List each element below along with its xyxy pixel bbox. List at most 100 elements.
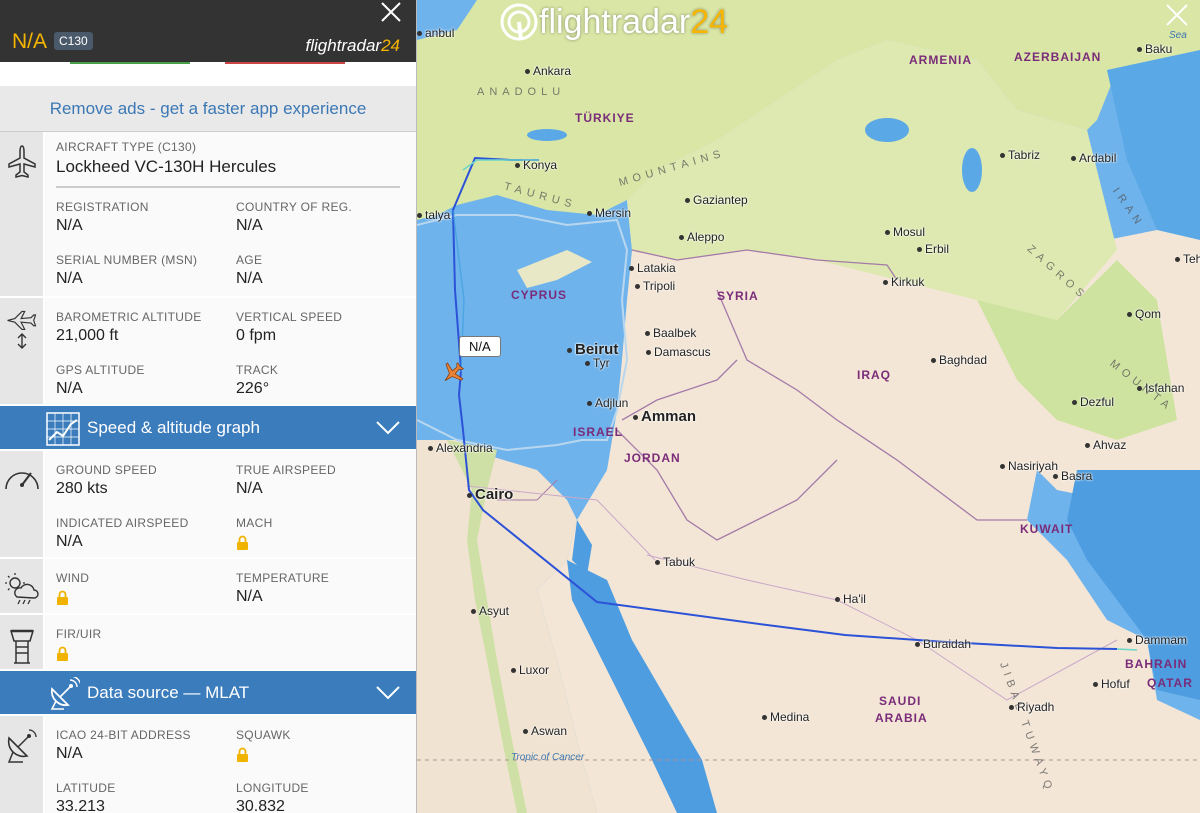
speed-section: GROUND SPEED 280 kts TRUE AIRSPEED N/A I… (0, 451, 416, 559)
true-airspeed-label: TRUE AIRSPEED (236, 463, 336, 477)
map-close-icon[interactable] (1164, 2, 1190, 28)
city-name: Tabriz (1008, 148, 1041, 162)
gps-altitude-label: GPS ALTITUDE (56, 363, 145, 377)
city-label-konya: Konya (515, 158, 557, 172)
city-name: Aleppo (687, 230, 725, 244)
city-label-ahvaz: Ahvaz (1085, 438, 1126, 452)
city-name: Ankara (533, 64, 572, 78)
city-dot-icon (523, 729, 528, 735)
registration-label: REGISTRATION (56, 200, 149, 214)
lock-icon[interactable] (56, 646, 69, 662)
city-dot-icon (1137, 47, 1142, 53)
icao-cell: ICAO 24-BIT ADDRESS N/A (56, 716, 236, 769)
graph-bar-title: Speed & altitude graph (87, 417, 260, 437)
city-name: anbul (425, 26, 455, 40)
city-dot-icon (467, 492, 472, 498)
city-name: Qom (1135, 307, 1162, 321)
data-source-title: Data source — MLAT (87, 682, 250, 702)
graph-icon (46, 412, 80, 446)
fir-section-icon-cell (0, 615, 45, 669)
city-name: Ardabil (1079, 151, 1117, 165)
city-name: Kirkuk (891, 275, 925, 289)
lock-icon[interactable] (236, 747, 249, 763)
registration-cell: REGISTRATION N/A (56, 188, 236, 241)
city-dot-icon (525, 69, 530, 75)
city-name: Adjlun (595, 396, 629, 410)
city-name: Mosul (893, 225, 926, 239)
speed-grid: GROUND SPEED 280 kts TRUE AIRSPEED N/A I… (56, 451, 416, 557)
aircraft-type-cell: AIRCRAFT TYPE (C130) Lockheed VC-130H He… (56, 132, 400, 188)
track-label: TRACK (236, 363, 279, 377)
region-label-iraq: IRAQ (857, 368, 891, 382)
city-name: Basra (1061, 469, 1093, 483)
city-name: Gaziantep (693, 193, 748, 207)
city-label-basra: Basra (1053, 469, 1092, 483)
region-label-cyprus: CYPRUS (511, 288, 568, 302)
speed-section-body: GROUND SPEED 280 kts TRUE AIRSPEED N/A I… (45, 451, 416, 557)
city-label-damascus: Damascus (646, 345, 711, 359)
city-dot-icon (629, 266, 634, 272)
source-section: ICAO 24-BIT ADDRESS N/A SQUAWK LATITUDE … (0, 716, 416, 813)
city-label-medina: Medina (762, 710, 809, 724)
region-label-bahrain: BAHRAIN (1125, 657, 1188, 671)
data-source-toggle[interactable]: Data source — MLAT (0, 671, 416, 716)
city-name: Alexandria (436, 441, 493, 455)
city-label-tripoli: Tripoli (635, 279, 675, 293)
city-dot-icon (1071, 156, 1076, 162)
chevron-down-icon (376, 421, 400, 435)
city-label-hofuf: Hofuf (1093, 677, 1130, 691)
squawk-cell: SQUAWK (236, 716, 416, 769)
region-label-kuwait: KUWAIT (1020, 522, 1074, 536)
city-dot-icon (1000, 153, 1005, 159)
city-label-nasiriyah: Nasiriyah (1000, 459, 1058, 473)
city-dot-icon (633, 414, 638, 420)
aircraft-icon[interactable] (440, 360, 466, 386)
city-label-teh: Teh (1175, 252, 1200, 266)
true-airspeed-value: N/A (236, 480, 263, 497)
flight-map[interactable]: flightradar24 Ankara Konya Mersin Gaziantep… (417, 0, 1200, 813)
city-name: Tabuk (663, 555, 696, 569)
region-label-qatar: QATAR (1147, 676, 1193, 690)
registration-value: N/A (56, 217, 83, 234)
weather-icon (4, 573, 39, 605)
indicated-airspeed-label: INDICATED AIRSPEED (56, 516, 189, 530)
mach-label: MACH (236, 516, 273, 530)
lock-icon[interactable] (236, 535, 249, 551)
speed-section-icon-cell (0, 451, 45, 557)
city-dot-icon (1175, 257, 1180, 263)
speed-altitude-graph-toggle[interactable]: Speed & altitude graph (0, 406, 416, 451)
aircraft-label[interactable]: N/A (459, 336, 501, 357)
city-name: Luxor (519, 663, 550, 677)
city-label-alexandria: Alexandria (428, 441, 493, 455)
ground-speed-label: GROUND SPEED (56, 463, 157, 477)
water-label-sea: Sea (1169, 30, 1187, 41)
lock-icon[interactable] (56, 590, 69, 606)
city-name: Baghdad (939, 353, 988, 367)
vertical-speed-value: 0 fpm (236, 327, 277, 344)
photo-bar (70, 62, 190, 64)
gps-altitude-cell: GPS ALTITUDE N/A (56, 351, 236, 404)
city-label-anbul: anbul (417, 26, 454, 40)
panel-close-icon[interactable] (379, 0, 403, 24)
city-name: Dezful (1080, 395, 1115, 409)
remove-ads-link[interactable]: Remove ads - get a faster app experience (0, 86, 416, 132)
city-label-buraidah: Buraidah (915, 637, 971, 651)
city-label-dezful: Dezful (1072, 395, 1114, 409)
fir-cell: FIR/UIR (56, 615, 236, 668)
serial-cell: SERIAL NUMBER (MSN) N/A (56, 241, 236, 294)
indicated-airspeed-value: N/A (56, 533, 83, 550)
city-label-qom: Qom (1127, 307, 1161, 321)
city-label-baghdad: Baghdad (931, 353, 987, 367)
city-name: Erbil (925, 242, 950, 256)
city-name: Teh (1183, 252, 1200, 266)
flightradar24-logo: flightradar24 (499, 2, 728, 42)
city-dot-icon (931, 358, 936, 364)
city-label-asyut: Asyut (471, 604, 509, 618)
baro-altitude-cell: BAROMETRIC ALTITUDE 21,000 ft (56, 298, 236, 351)
aircraft-photo-strip[interactable] (0, 62, 416, 86)
city-name: Aswan (531, 724, 568, 738)
photo-bar (225, 62, 345, 64)
city-dot-icon (1000, 464, 1005, 470)
age-label: AGE (236, 253, 263, 267)
city-dot-icon (679, 235, 684, 241)
